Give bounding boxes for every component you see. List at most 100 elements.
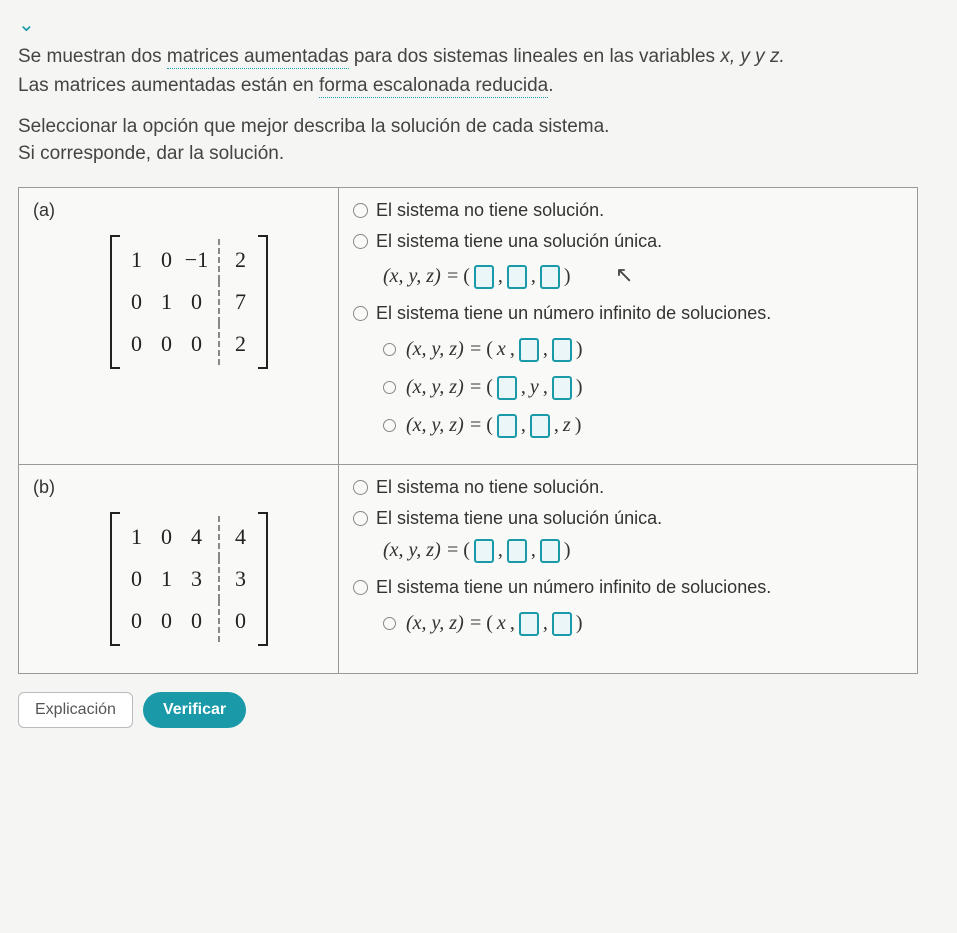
xyz-text: (x, y, z) =	[383, 265, 459, 288]
var-x: x	[497, 338, 506, 361]
radio-icon[interactable]	[353, 480, 368, 495]
sub-option-a-inf-y[interactable]: (x, y, z) = (, y, )	[383, 376, 903, 400]
xyz-text: (x, y, z) =	[383, 539, 459, 562]
paren-open: (	[486, 414, 493, 437]
divider-icon	[218, 516, 220, 558]
divider-icon	[218, 558, 220, 600]
paren-open: (	[463, 539, 470, 562]
cell: 0	[161, 524, 172, 550]
option-a-infinite[interactable]: El sistema tiene un número infinito de s…	[353, 303, 903, 324]
input-z[interactable]	[552, 376, 572, 400]
paren-open: (	[486, 338, 493, 361]
xyz-text: (x, y, z) =	[406, 376, 482, 399]
comma: ,	[543, 612, 548, 635]
input-y[interactable]	[519, 612, 539, 636]
radio-icon[interactable]	[383, 419, 396, 432]
cell: 4	[191, 524, 202, 550]
option-a-no-solution[interactable]: El sistema no tiene solución.	[353, 200, 903, 221]
radio-icon[interactable]	[353, 306, 368, 321]
xyz-text: (x, y, z) =	[406, 338, 482, 361]
sub-option-a-inf-z[interactable]: (x, y, z) = (, , z)	[383, 414, 903, 438]
var-z: z	[563, 414, 571, 437]
option-a-unique[interactable]: El sistema tiene una solución única.	[353, 231, 903, 252]
sub-option-a-inf-x[interactable]: (x, y, z) = (x, , )	[383, 338, 903, 362]
input-x[interactable]	[497, 414, 517, 438]
intro-text: Se muestran dos matrices aumentadas para…	[18, 43, 939, 100]
matrices-aumentadas-link[interactable]: matrices aumentadas	[167, 46, 349, 69]
cell: 1	[161, 289, 172, 315]
input-y[interactable]	[507, 265, 527, 289]
input-z[interactable]	[540, 539, 560, 563]
comma: ,	[554, 414, 559, 437]
divider-icon	[218, 281, 220, 323]
comma: ,	[531, 265, 536, 288]
radio-icon[interactable]	[383, 381, 396, 394]
radio-icon[interactable]	[383, 343, 396, 356]
footer-buttons: Explicación Verificar	[18, 692, 939, 728]
radio-icon[interactable]	[383, 617, 396, 630]
input-y[interactable]	[507, 539, 527, 563]
var-y: y	[530, 376, 539, 399]
comma: ,	[521, 376, 526, 399]
option-label: El sistema no tiene solución.	[376, 477, 604, 498]
cell: 0	[191, 289, 202, 315]
comma: ,	[510, 612, 515, 635]
option-label: El sistema tiene un número infinito de s…	[376, 303, 771, 324]
verify-button[interactable]: Verificar	[143, 692, 246, 728]
paren-close: )	[564, 265, 571, 288]
paren-close: )	[576, 338, 583, 361]
divider-icon	[218, 239, 220, 281]
xyz-text: (x, y, z) =	[406, 612, 482, 635]
cell: 2	[235, 331, 246, 357]
option-label: El sistema no tiene solución.	[376, 200, 604, 221]
input-x[interactable]	[474, 539, 494, 563]
radio-icon[interactable]	[353, 580, 368, 595]
cell: 3	[235, 566, 246, 592]
option-b-infinite[interactable]: El sistema tiene un número infinito de s…	[353, 577, 903, 598]
sub-option-b-inf-x[interactable]: (x, y, z) = (x, , )	[383, 612, 903, 636]
input-y[interactable]	[519, 338, 539, 362]
instructions: Seleccionar la opción que mejor describa…	[18, 114, 939, 167]
comma: ,	[543, 376, 548, 399]
cell: 3	[191, 566, 202, 592]
paren-open: (	[486, 612, 493, 635]
cursor-icon: ↖	[615, 262, 633, 287]
forma-escalonada-link[interactable]: forma escalonada reducida	[319, 75, 548, 98]
input-z[interactable]	[540, 265, 560, 289]
part-a-label: (a)	[33, 200, 324, 221]
option-b-no-solution[interactable]: El sistema no tiene solución.	[353, 477, 903, 498]
option-b-unique[interactable]: El sistema tiene una solución única.	[353, 508, 903, 529]
input-z[interactable]	[552, 338, 572, 362]
paren-close: )	[576, 612, 583, 635]
cell: 0	[235, 608, 246, 634]
cell: 0	[191, 608, 202, 634]
cell: 0	[131, 331, 142, 357]
input-x[interactable]	[474, 265, 494, 289]
cell: 2	[235, 247, 246, 273]
radio-icon[interactable]	[353, 234, 368, 249]
unique-solution-eq: (x, y, z) = (, , )	[383, 265, 571, 289]
cell: 0	[161, 608, 172, 634]
part-a-options-cell: El sistema no tiene solución. El sistema…	[339, 188, 918, 465]
intro-pre: Se muestran dos	[18, 46, 167, 67]
divider-icon	[218, 600, 220, 642]
input-x[interactable]	[497, 376, 517, 400]
part-a-matrix-cell: (a) 1 0 −1 2 0 1 0 7 0 0 0	[19, 188, 339, 465]
cell: 0	[131, 289, 142, 315]
divider-icon	[218, 323, 220, 365]
option-label: El sistema tiene un número infinito de s…	[376, 577, 771, 598]
radio-icon[interactable]	[353, 511, 368, 526]
chevron-down-icon[interactable]: ⌄	[18, 12, 939, 37]
problems-table: (a) 1 0 −1 2 0 1 0 7 0 0 0	[18, 187, 918, 674]
explanation-button[interactable]: Explicación	[18, 692, 133, 728]
cell: 4	[235, 524, 246, 550]
radio-icon[interactable]	[353, 203, 368, 218]
input-z[interactable]	[552, 612, 572, 636]
paren-open: (	[463, 265, 470, 288]
cell: −1	[185, 247, 208, 273]
intro-vars: x, y y z.	[720, 46, 784, 67]
input-y[interactable]	[530, 414, 550, 438]
comma: ,	[498, 539, 503, 562]
comma: ,	[521, 414, 526, 437]
intro2-pre: Las matrices aumentadas están en	[18, 75, 319, 96]
